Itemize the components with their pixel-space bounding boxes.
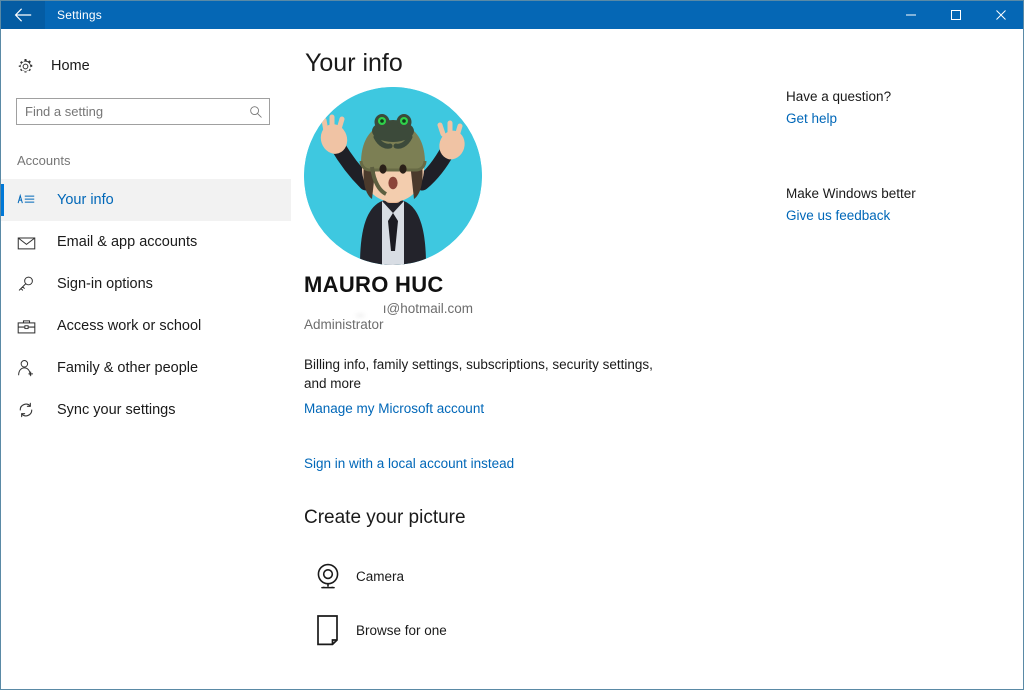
settings-window: Settings Home Find a setting Accounts Yo… [0,0,1024,690]
help-heading-feedback: Make Windows better [786,186,916,201]
account-role: Administrator [304,317,384,332]
account-name: MAURO HUC [304,272,444,297]
maximize-button[interactable] [933,1,978,29]
sidebar-item-family-other-people-label: Family & other people [57,360,199,376]
sidebar-item-access-work-or-school-label: Access work or school [57,318,202,334]
picture-option-browse-label: Browse for one [356,622,447,638]
main-content: Your info MAURO HUC _ ı@hotmail.com Admi… [291,29,1023,689]
titlebar-spacer [102,1,888,29]
help-block-question: Have a question? Get help [786,89,996,126]
picture-option-camera[interactable]: Camera [304,561,404,591]
help-block-feedback: Make Windows better Give us feedback [786,186,996,223]
sidebar-item-sync-your-settings-label: Sync your settings [57,402,176,418]
sidebar-item-your-info-label: Your info [57,192,114,208]
sidebar-item-access-work-or-school[interactable]: Access work or school [1,305,291,347]
title-bar: Settings [1,1,1023,29]
sidebar-item-home-label: Home [51,58,90,74]
picture-option-camera-label: Camera [356,568,405,584]
account-email-redacted: _ [304,301,383,316]
sidebar-item-sign-in-options[interactable]: Sign-in options [1,263,291,305]
sidebar-item-email-app-accounts-label: Email & app accounts [57,234,198,250]
minimize-button[interactable] [888,1,933,29]
page-icon [304,614,352,646]
key-icon [17,275,45,293]
avatar [304,87,482,265]
camera-icon [304,561,352,591]
close-button[interactable] [978,1,1023,29]
briefcase-icon [17,318,45,335]
give-feedback-link[interactable]: Give us feedback [786,208,996,223]
page-title: Your info [305,49,403,77]
sidebar-item-sync-your-settings[interactable]: Sync your settings [1,389,291,431]
sync-icon [17,401,45,419]
picture-option-browse[interactable]: Browse for one [304,614,447,646]
help-heading-question: Have a question? [786,89,892,104]
minimize-icon [905,9,917,21]
account-email-domain: ı@hotmail.com [382,301,474,316]
gear-icon [17,58,43,75]
help-panel: Have a question? Get help Make Windows b… [786,89,996,223]
account-email: _ ı@hotmail.com [304,301,474,316]
billing-description: Billing info, family settings, subscript… [304,357,653,391]
sidebar-group-label: Accounts [17,153,71,168]
manage-microsoft-account-link[interactable]: Manage my Microsoft account [304,401,484,416]
sidebar-item-email-app-accounts[interactable]: Email & app accounts [1,221,291,263]
back-arrow-icon [14,8,32,22]
sidebar-item-your-info[interactable]: Your info [1,179,291,221]
sidebar-item-family-other-people[interactable]: Family & other people [1,347,291,389]
search-box[interactable] [16,98,270,125]
back-button[interactable] [1,1,45,29]
person-add-icon [17,359,45,377]
sidebar: Home Accounts [1,29,291,689]
sidebar-item-home[interactable]: Home [1,51,291,81]
close-icon [995,9,1007,21]
sidebar-item-sign-in-options-label: Sign-in options [57,276,153,292]
search-icon[interactable] [243,105,269,119]
body-area: Home Accounts [1,29,1023,689]
search-input[interactable] [17,104,243,119]
get-help-link[interactable]: Get help [786,111,996,126]
envelope-icon [17,235,45,250]
sign-in-local-account-link[interactable]: Sign in with a local account instead [304,456,514,471]
contact-card-icon [17,192,45,208]
sidebar-nav-list: Your info Email & app accounts Sign-in o… [1,179,291,431]
window-title: Settings [57,8,102,22]
create-picture-title: Create your picture [304,507,466,528]
maximize-icon [950,9,962,21]
